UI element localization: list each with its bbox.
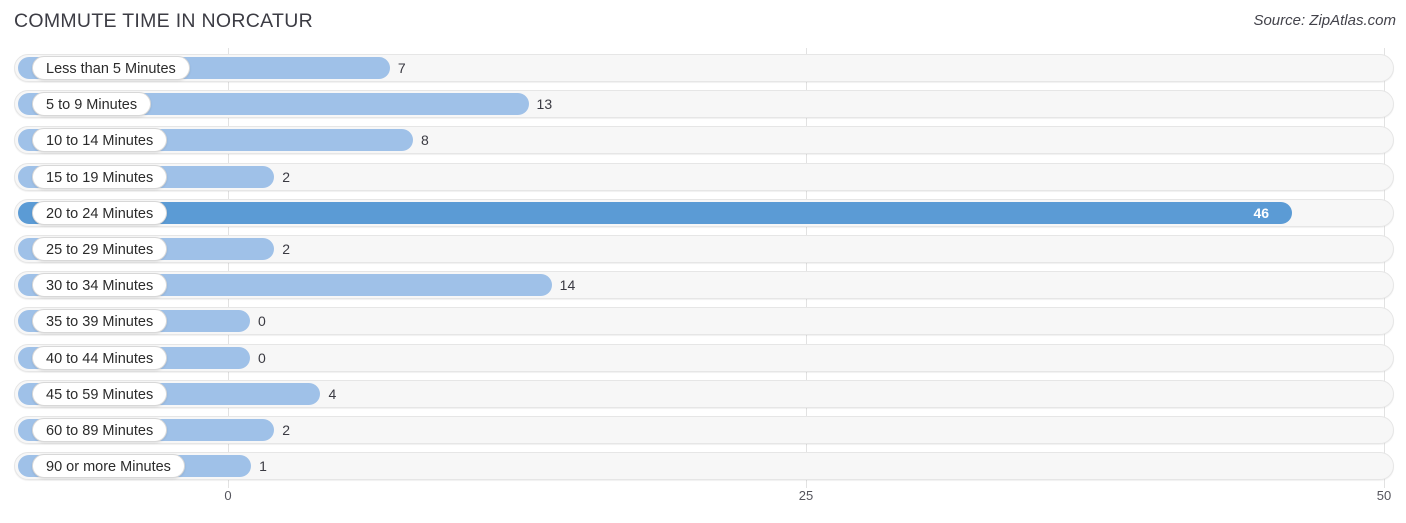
- bar-row[interactable]: 20 to 24 Minutes 46: [14, 198, 1394, 227]
- bar-value-label: 0: [258, 349, 266, 366]
- plot-area: Less than 5 Minutes 7 5 to 9 Minutes 13 10 t…: [0, 48, 1406, 488]
- bar-row[interactable]: 15 to 19 Minutes 2: [14, 162, 1394, 191]
- chart-container: COMMUTE TIME IN NORCATUR Source: ZipAtla…: [0, 0, 1406, 523]
- bar-category-label: 30 to 34 Minutes: [32, 273, 168, 298]
- bar-value-label: 8: [420, 132, 429, 149]
- bar-value-label: 13: [536, 96, 553, 113]
- bar-category-label: 25 to 29 Minutes: [32, 237, 168, 261]
- bar-category-label: 60 to 89 Minutes: [32, 418, 168, 442]
- bar-value-label: 7: [397, 60, 406, 76]
- bar-value-label: 2: [282, 422, 291, 438]
- bar-category-label: 5 to 9 Minutes: [32, 92, 152, 117]
- bar-category-label: 90 or more Minutes: [32, 454, 185, 479]
- bar-category-label: Less than 5 Minutes: [32, 56, 190, 80]
- bar-value-label: 46: [1253, 204, 1270, 221]
- bar-row[interactable]: 90 or more Minutes 1: [14, 452, 1394, 481]
- bar-row[interactable]: 35 to 39 Minutes 0: [14, 307, 1394, 336]
- bar-value-label: 2: [282, 241, 291, 257]
- bar-row[interactable]: Less than 5 Minutes 7: [14, 54, 1394, 82]
- bar-value-label: 0: [258, 313, 266, 330]
- bar-fill: [18, 201, 1292, 224]
- bar-row[interactable]: 10 to 14 Minutes 8: [14, 126, 1394, 155]
- bar-row[interactable]: 25 to 29 Minutes 2: [14, 235, 1394, 263]
- bar-rows: Less than 5 Minutes 7 5 to 9 Minutes 13 10 t…: [0, 48, 1406, 488]
- bar-row[interactable]: 5 to 9 Minutes 13: [14, 90, 1394, 119]
- x-axis-tick-label: 0: [224, 488, 232, 503]
- source-attribution: Source: ZipAtlas.com: [1253, 12, 1396, 29]
- bar-category-label: 20 to 24 Minutes: [32, 200, 168, 225]
- bar-category-label: 10 to 14 Minutes: [32, 128, 168, 153]
- bar-category-label: 45 to 59 Minutes: [32, 381, 168, 406]
- bar-category-label: 15 to 19 Minutes: [32, 164, 168, 189]
- bar-row[interactable]: 40 to 44 Minutes 0: [14, 343, 1394, 372]
- bar-row[interactable]: 45 to 59 Minutes 4: [14, 379, 1394, 408]
- page-title: COMMUTE TIME IN NORCATUR: [14, 10, 313, 32]
- bar-row[interactable]: 60 to 89 Minutes 2: [14, 416, 1394, 444]
- bar-category-label: 40 to 44 Minutes: [32, 345, 168, 370]
- x-axis-tick-label: 25: [798, 488, 814, 503]
- bar-value-label: 4: [328, 385, 337, 402]
- bar-value-label: 1: [259, 458, 267, 475]
- bar-value-label: 2: [282, 168, 291, 185]
- x-axis-tick-label: 50: [1376, 488, 1392, 503]
- bar-row[interactable]: 30 to 34 Minutes 14: [14, 271, 1394, 300]
- x-axis: 0 25 50: [0, 488, 1406, 518]
- bar-value-label: 14: [559, 277, 576, 294]
- bar-category-label: 35 to 39 Minutes: [32, 309, 168, 334]
